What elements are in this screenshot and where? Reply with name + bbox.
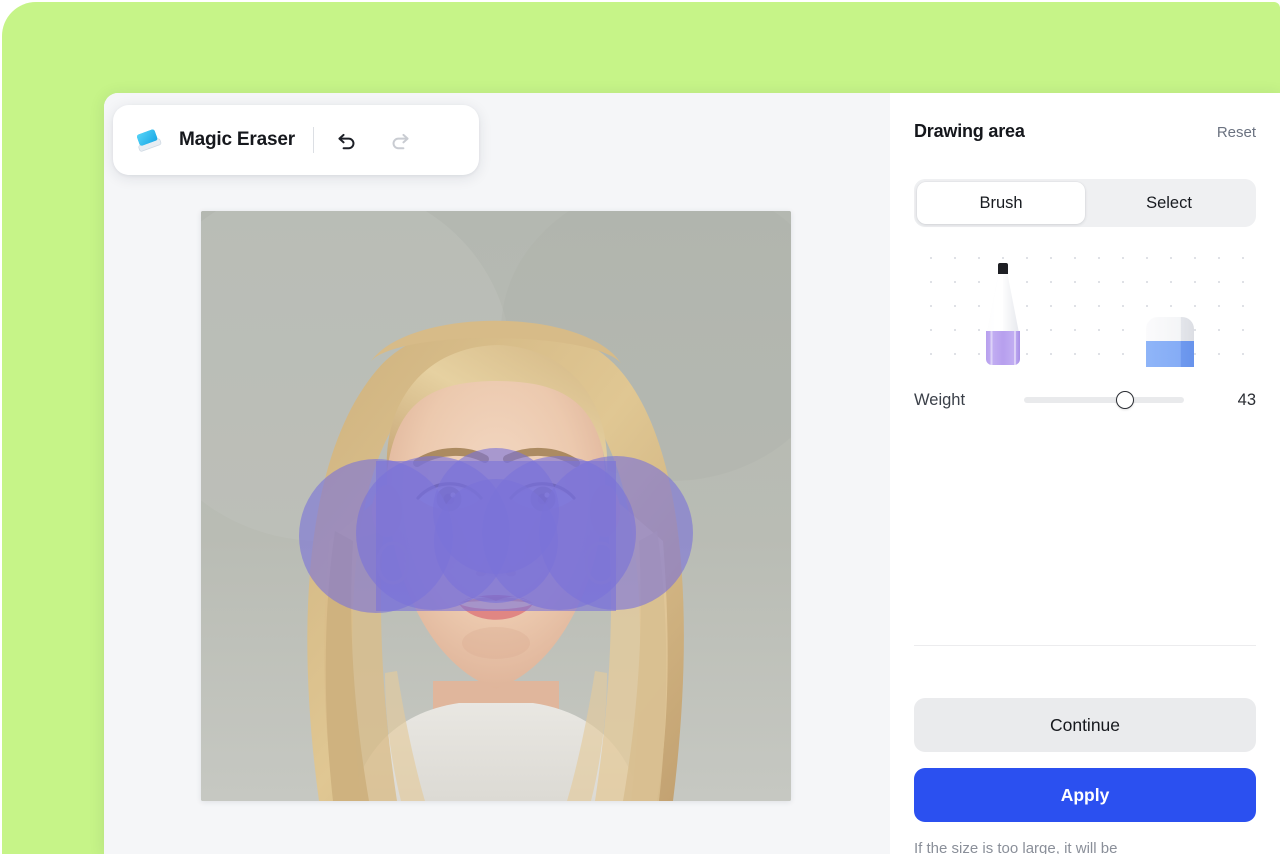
eraser-logo-icon xyxy=(136,129,162,152)
weight-slider-thumb[interactable] xyxy=(1115,391,1134,409)
toolbar: Magic Eraser xyxy=(113,105,479,175)
continue-button[interactable]: Continue xyxy=(914,698,1256,752)
sidebar-divider xyxy=(914,645,1256,646)
right-sidebar: Drawing area Reset Brush Select Weight 4… xyxy=(890,93,1280,854)
apply-button[interactable]: Apply xyxy=(914,768,1256,822)
brush-mask-overlay xyxy=(299,448,693,613)
size-hint-text: If the size is too large, it will be xyxy=(914,840,1118,854)
undo-button[interactable] xyxy=(326,119,368,161)
sidebar-scroll-region[interactable]: Drawing area Reset Brush Select Weight 4… xyxy=(890,93,1280,854)
tab-select[interactable]: Select xyxy=(1085,182,1253,224)
app-window: Magic Eraser Drawing area Reset Brush Se… xyxy=(104,93,1280,854)
reset-button[interactable]: Reset xyxy=(1217,124,1256,141)
eraser-icon[interactable] xyxy=(1137,315,1203,367)
mode-segmented-control: Brush Select xyxy=(914,179,1256,227)
app-title: Magic Eraser xyxy=(179,129,295,150)
screenshot-root: Magic Eraser Drawing area Reset Brush Se… xyxy=(0,0,1280,854)
tool-picker xyxy=(914,239,1256,367)
weight-slider[interactable] xyxy=(1024,389,1184,411)
weight-slider-track xyxy=(1024,397,1184,403)
redo-arrow-icon xyxy=(392,133,409,149)
panel-title: Drawing area xyxy=(914,121,1025,141)
weight-control: Weight 43 xyxy=(914,385,1256,415)
editor-area: Magic Eraser xyxy=(104,93,890,854)
panel-header: Drawing area Reset xyxy=(914,121,1256,142)
portrait-photo-canvas[interactable] xyxy=(201,211,791,801)
undo-arrow-icon xyxy=(338,133,355,149)
weight-label: Weight xyxy=(914,390,966,409)
redo-button[interactable] xyxy=(380,119,422,161)
tab-brush[interactable]: Brush xyxy=(917,182,1085,224)
toolbar-divider xyxy=(312,127,314,153)
stylus-pen-icon[interactable] xyxy=(975,261,1031,367)
weight-value: 43 xyxy=(1237,390,1256,409)
